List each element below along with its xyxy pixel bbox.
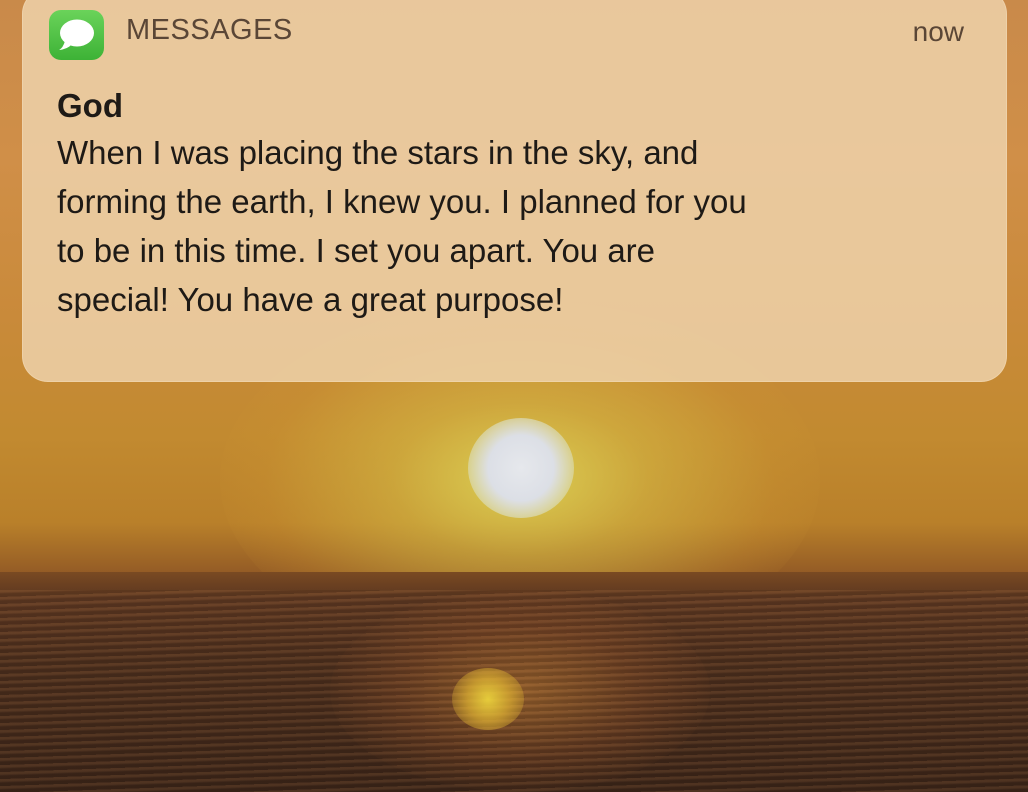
- message-preview: When I was placing the stars in the sky,…: [57, 134, 747, 318]
- sender-name: God: [57, 87, 123, 124]
- app-name: MESSAGES: [126, 14, 293, 46]
- notification-timestamp: now: [912, 16, 964, 47]
- message-notification[interactable]: MESSAGES now God When I was placing the …: [22, 0, 1007, 382]
- sun-reflection: [452, 668, 524, 730]
- notification-body: God When I was placing the stars in the …: [57, 84, 977, 324]
- messages-app-icon: [49, 10, 104, 60]
- sun: [468, 418, 574, 518]
- speech-bubble-icon: [59, 19, 94, 50]
- notification-header: MESSAGES now: [22, 0, 1007, 70]
